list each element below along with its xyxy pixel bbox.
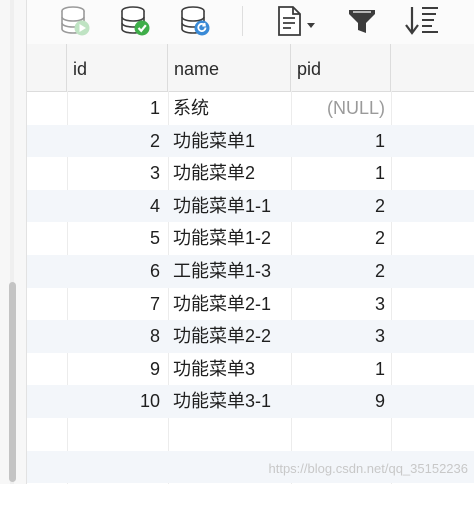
cell-id[interactable]: 7	[27, 288, 160, 321]
table-row[interactable]: 2 功能菜单1 1	[27, 124, 474, 158]
cell-pid[interactable]: 2	[289, 190, 385, 223]
cell-name[interactable]: 功能菜单3-1	[173, 385, 271, 418]
cell-name[interactable]: 系统	[173, 92, 209, 125]
cell-name[interactable]: 功能菜单3	[173, 353, 255, 386]
toolbar-separator	[242, 6, 243, 36]
cell-id[interactable]: 10	[27, 385, 160, 418]
filter-icon[interactable]	[345, 4, 379, 38]
table-header: id name pid	[27, 44, 474, 92]
sort-icon[interactable]	[403, 4, 443, 38]
cell-name[interactable]: 功能菜单2-1	[173, 288, 271, 321]
cell-id[interactable]: 2	[27, 125, 160, 158]
cell-name[interactable]: 功能菜单2-2	[173, 320, 271, 353]
table-row[interactable]: 1 系统 (NULL)	[27, 92, 474, 125]
table-row[interactable]: 4 功能菜单1-1 2	[27, 189, 474, 223]
cell-id[interactable]: 3	[27, 157, 160, 190]
cell-id[interactable]: 6	[27, 255, 160, 288]
cell-id[interactable]: 9	[27, 353, 160, 386]
database-check-icon[interactable]	[117, 4, 153, 38]
cell-name[interactable]: 功能菜单1-1	[173, 190, 271, 223]
table-row[interactable]: 7 功能菜单2-1 3	[27, 288, 474, 321]
database-run-icon[interactable]	[57, 4, 93, 38]
cell-pid[interactable]: 3	[289, 320, 385, 353]
cell-name[interactable]: 功能菜单2	[173, 157, 255, 190]
document-dropdown-icon[interactable]	[271, 4, 321, 38]
watermark: https://blog.csdn.net/qq_35152236	[268, 461, 469, 476]
cell-pid[interactable]: 3	[289, 288, 385, 321]
cell-pid[interactable]: 2	[289, 222, 385, 255]
cell-pid[interactable]: 2	[289, 255, 385, 288]
toolbar	[27, 0, 474, 44]
cell-id[interactable]: 5	[27, 222, 160, 255]
table-row[interactable]: 6 工能菜单1-3 2	[27, 255, 474, 288]
empty-row	[27, 418, 474, 451]
cell-pid[interactable]: 1	[289, 125, 385, 158]
result-grid: id name pid 1 系统 (NULL) 2 功能菜单1 1 3 功能菜单2 1 4 功能菜单…	[27, 44, 474, 484]
cell-pid[interactable]: 1	[289, 157, 385, 190]
scrollbar-thumb[interactable]	[9, 282, 16, 482]
table-row[interactable]: 3 功能菜单2 1	[27, 157, 474, 190]
cell-id[interactable]: 8	[27, 320, 160, 353]
left-scroll-column	[0, 0, 27, 484]
column-header-id[interactable]: id	[67, 44, 168, 91]
cell-id[interactable]: 4	[27, 190, 160, 223]
row-selector-header	[27, 44, 67, 91]
table-row[interactable]: 10 功能菜单3-1 9	[27, 385, 474, 418]
cell-id[interactable]: 1	[27, 92, 160, 125]
cell-name[interactable]: 工能菜单1-3	[173, 255, 271, 288]
empty-row	[27, 483, 474, 516]
column-header-pid[interactable]: pid	[291, 44, 391, 91]
table-row[interactable]: 8 功能菜单2-2 3	[27, 320, 474, 353]
cell-pid[interactable]: 9	[289, 385, 385, 418]
database-refresh-icon[interactable]	[177, 4, 213, 38]
table-row[interactable]: 9 功能菜单3 1	[27, 353, 474, 386]
cell-pid[interactable]: 1	[289, 353, 385, 386]
cell-pid[interactable]: (NULL)	[289, 92, 385, 125]
table-row[interactable]: 5 功能菜单1-2 2	[27, 222, 474, 255]
column-header-name[interactable]: name	[168, 44, 291, 91]
cell-name[interactable]: 功能菜单1-2	[173, 222, 271, 255]
cell-name[interactable]: 功能菜单1	[173, 125, 255, 158]
